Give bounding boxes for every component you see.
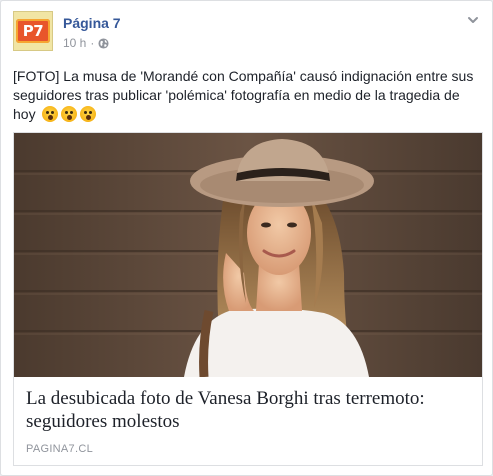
globe-icon[interactable] bbox=[98, 37, 109, 49]
link-preview-card[interactable]: La desubicada foto de Vanesa Borghi tras… bbox=[13, 132, 483, 466]
post-meta: 10 h · bbox=[63, 36, 109, 50]
link-title[interactable]: La desubicada foto de Vanesa Borghi tras… bbox=[26, 387, 470, 433]
astonished-face-emoji bbox=[42, 106, 59, 122]
page-logo: P7 bbox=[16, 19, 50, 43]
post-header: P7 Página 7 10 h · bbox=[13, 11, 480, 55]
post-message: [FOTO] La musa de 'Morandé con Compañía'… bbox=[13, 67, 478, 124]
link-preview-body[interactable]: La desubicada foto de Vanesa Borghi tras… bbox=[14, 377, 482, 465]
meta-separator: · bbox=[90, 36, 95, 50]
link-preview-image[interactable] bbox=[14, 133, 482, 377]
page-name-link[interactable]: Página 7 bbox=[63, 15, 121, 31]
post-timestamp[interactable]: 10 h bbox=[63, 36, 86, 50]
facebook-post: P7 Página 7 10 h · [FOTO] La musa de 'Mo… bbox=[0, 0, 493, 476]
page-avatar[interactable]: P7 bbox=[13, 11, 53, 51]
chevron-down-icon[interactable] bbox=[466, 13, 480, 27]
astonished-face-emoji bbox=[61, 106, 78, 122]
astonished-face-emoji bbox=[80, 106, 97, 122]
link-domain: PAGINA7.CL bbox=[26, 443, 93, 455]
